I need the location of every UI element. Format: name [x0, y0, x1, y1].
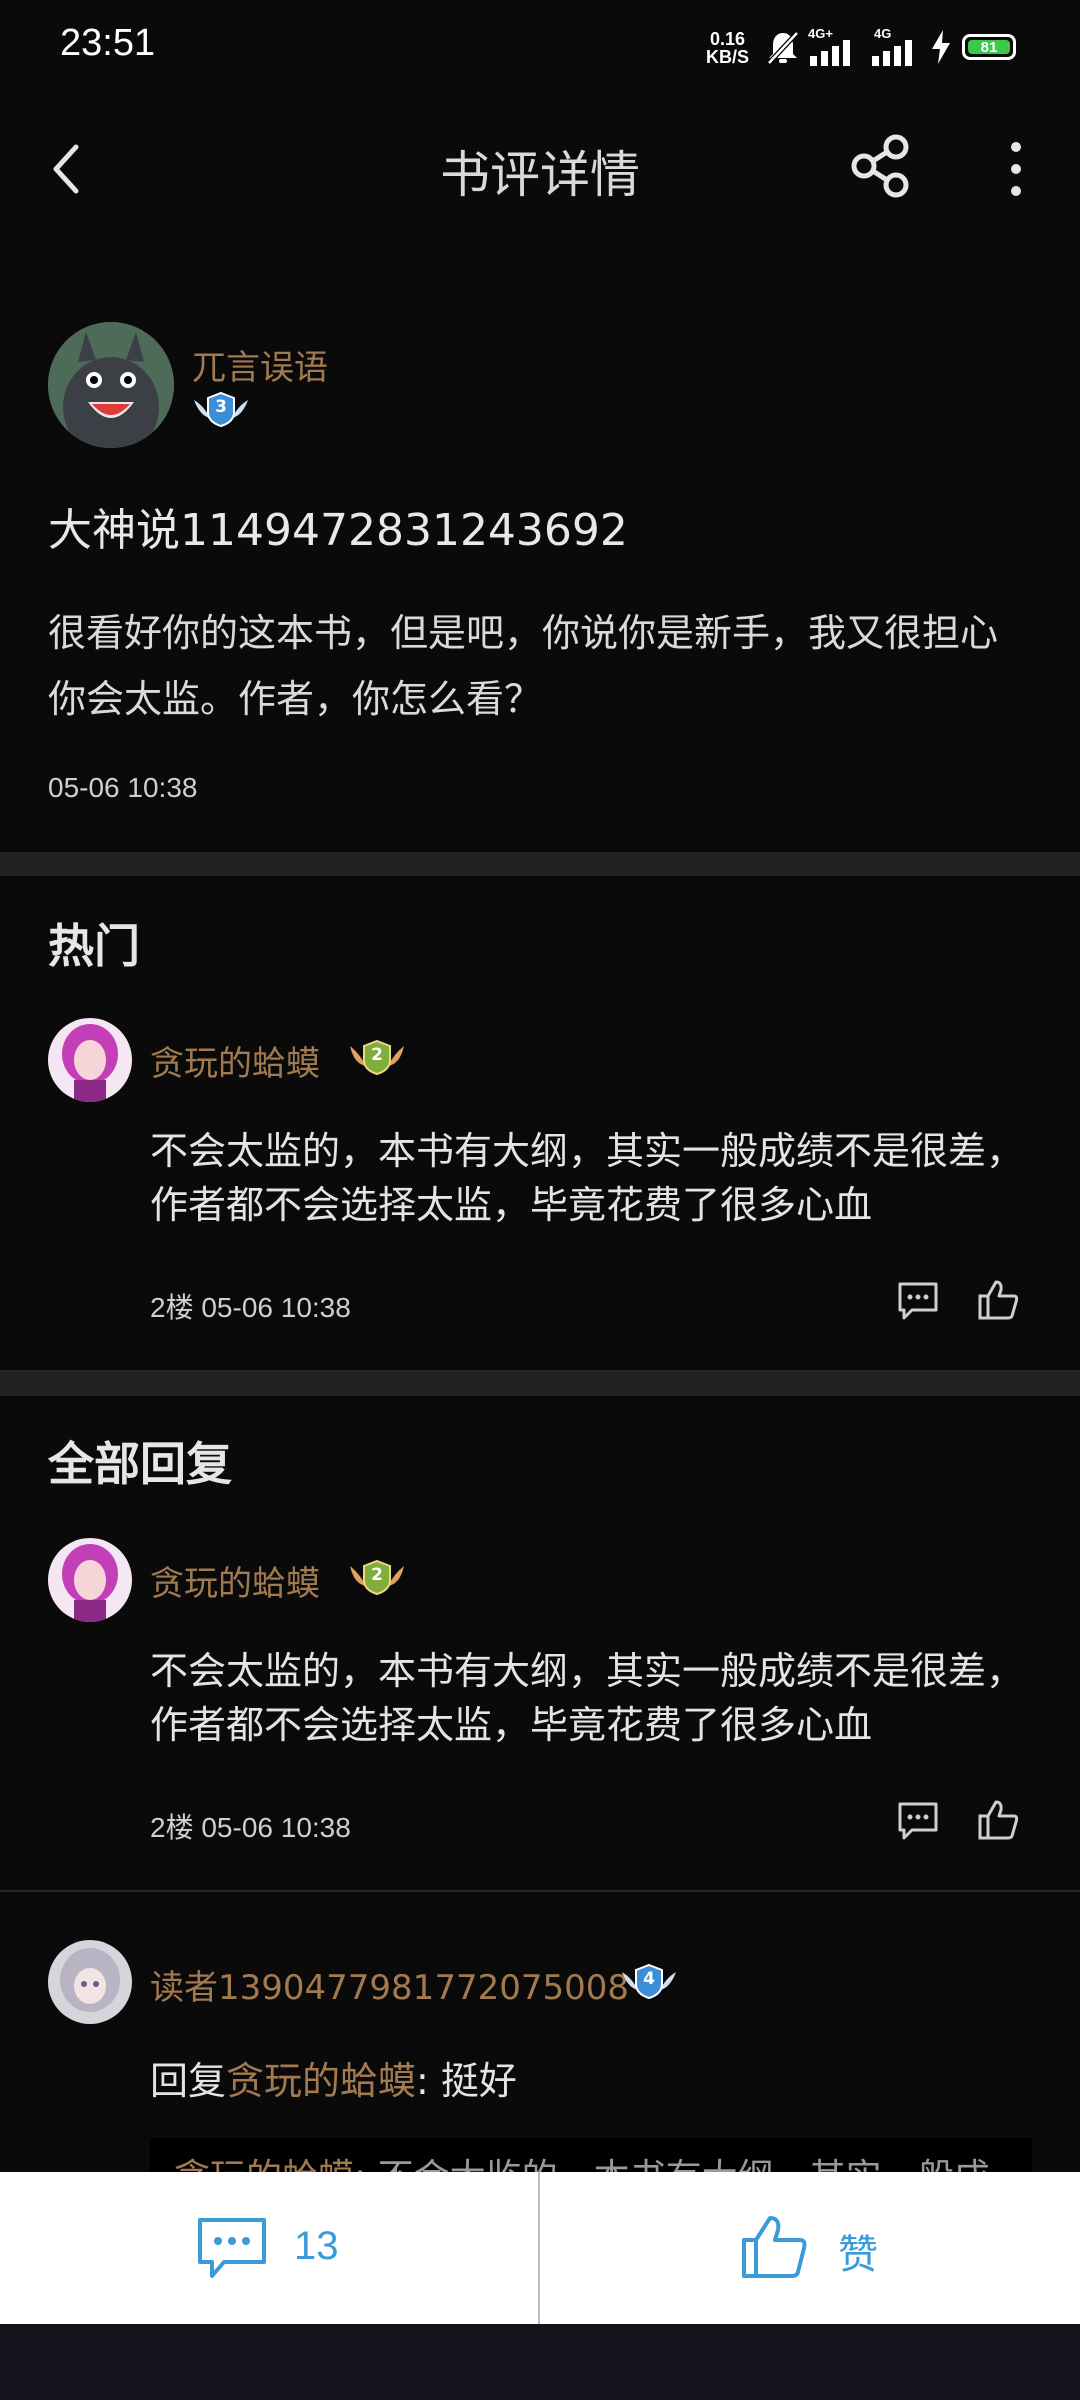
network-speed-unit: KB/S	[706, 47, 750, 67]
battery-icon: 81	[962, 34, 1016, 60]
reply-suffix: : 挺好	[416, 2059, 517, 2103]
battery-level: 81	[968, 40, 1010, 56]
section-divider	[0, 1372, 1080, 1396]
comment-avatar[interactable]	[48, 1940, 132, 2024]
like-button[interactable]: 赞	[540, 2172, 1080, 2324]
quoted-comment[interactable]: 贪玩的蛤蟆: 不会太监的，本书有大纲，其实一般成	[150, 2138, 1032, 2172]
comment-username[interactable]: 贪玩的蛤蟆	[150, 1556, 320, 1605]
more-options-icon[interactable]	[996, 139, 1036, 199]
comment-meta: 2楼 05-06 10:38	[150, 1812, 351, 1843]
reply-prefix: 回复	[150, 2059, 227, 2103]
signal-4g-plus-icon: 4G+	[808, 26, 858, 66]
signal2-label: 4G	[874, 26, 892, 41]
level-badge: 2	[346, 1558, 408, 1596]
level-number: 2	[371, 1565, 383, 1585]
level-number: 2	[371, 1045, 383, 1065]
signal-4g-icon: 4G	[870, 26, 920, 66]
comment-content: 不会太监的，本书有大纲，其实一般成绩不是很差，作者都不会选择太监，毕竟花费了很多…	[150, 1649, 1025, 1747]
totoro-avatar-image	[48, 322, 174, 448]
level-badge: 4	[618, 1962, 680, 2000]
section-divider	[0, 852, 1080, 876]
review-time: 05-06 10:38	[48, 772, 198, 803]
mute-bell-icon	[767, 31, 799, 65]
like-label: 赞	[838, 2232, 878, 2278]
network-speed-value: 0.16	[709, 29, 746, 49]
reply-icon[interactable]	[896, 1280, 940, 1322]
comment-username[interactable]: 贪玩的蛤蟆	[150, 1036, 320, 1085]
top-bar: 书评详情	[0, 95, 1080, 240]
anime-avatar-image	[48, 1940, 132, 2024]
comment-count: 13	[294, 2224, 339, 2268]
level-badge: 2	[346, 1038, 408, 1076]
status-time: 23:51	[60, 22, 156, 64]
bottom-action-bar: 13 赞	[0, 2172, 1080, 2324]
thumbs-up-icon	[742, 2216, 807, 2278]
comment-avatar[interactable]	[48, 1018, 132, 1102]
girl-avatar-image	[48, 1018, 132, 1102]
page-title: 书评详情	[440, 146, 640, 204]
quoted-username: 贪玩的蛤蟆	[174, 2157, 354, 2172]
signal1-label: 4G+	[808, 26, 833, 41]
network-speed: 0.16 KB/S	[706, 30, 749, 66]
reply-text: 回复贪玩的蛤蟆: 挺好	[150, 2050, 517, 2105]
like-icon[interactable]	[976, 1278, 1020, 1322]
all-replies-section-title: 全部回复	[48, 1437, 232, 1491]
share-icon[interactable]	[848, 133, 914, 199]
author-avatar[interactable]	[48, 322, 174, 448]
charging-icon	[932, 30, 950, 64]
review-title: 大神说1149472831243692	[48, 505, 628, 556]
comment-content: 不会太监的，本书有大纲，其实一般成绩不是很差，作者都不会选择太监，毕竟花费了很多…	[150, 1129, 1025, 1227]
system-nav-bar	[0, 2324, 1080, 2400]
comment-avatar[interactable]	[48, 1538, 132, 1622]
comment-bubble-icon	[198, 2218, 266, 2278]
review-author-name[interactable]: 兀言误语	[192, 340, 328, 389]
comment-button[interactable]: 13	[0, 2172, 538, 2324]
like-icon[interactable]	[976, 1798, 1020, 1842]
quoted-text: : 不会太监的，本书有大纲，其实一般成	[354, 2157, 990, 2172]
comment-meta: 2楼 05-06 10:38	[150, 1292, 351, 1323]
status-bar: 23:51 0.16 KB/S 4G+ 4G 81	[0, 0, 1080, 95]
level-number: 4	[643, 1969, 655, 1989]
level-badge: 3	[190, 390, 252, 428]
review-content: 很看好你的这本书，但是吧，你说你是新手，我又很担心你会太监。作者，你怎么看？	[48, 611, 999, 721]
girl-avatar-image	[48, 1538, 132, 1622]
level-number: 3	[215, 397, 227, 417]
divider	[0, 1890, 1080, 1892]
hot-section-title: 热门	[48, 919, 140, 973]
reply-to-username[interactable]: 贪玩的蛤蟆	[226, 2059, 416, 2103]
comment-username[interactable]: 读者1390477981772075008	[150, 1960, 629, 2009]
reply-icon[interactable]	[896, 1800, 940, 1842]
